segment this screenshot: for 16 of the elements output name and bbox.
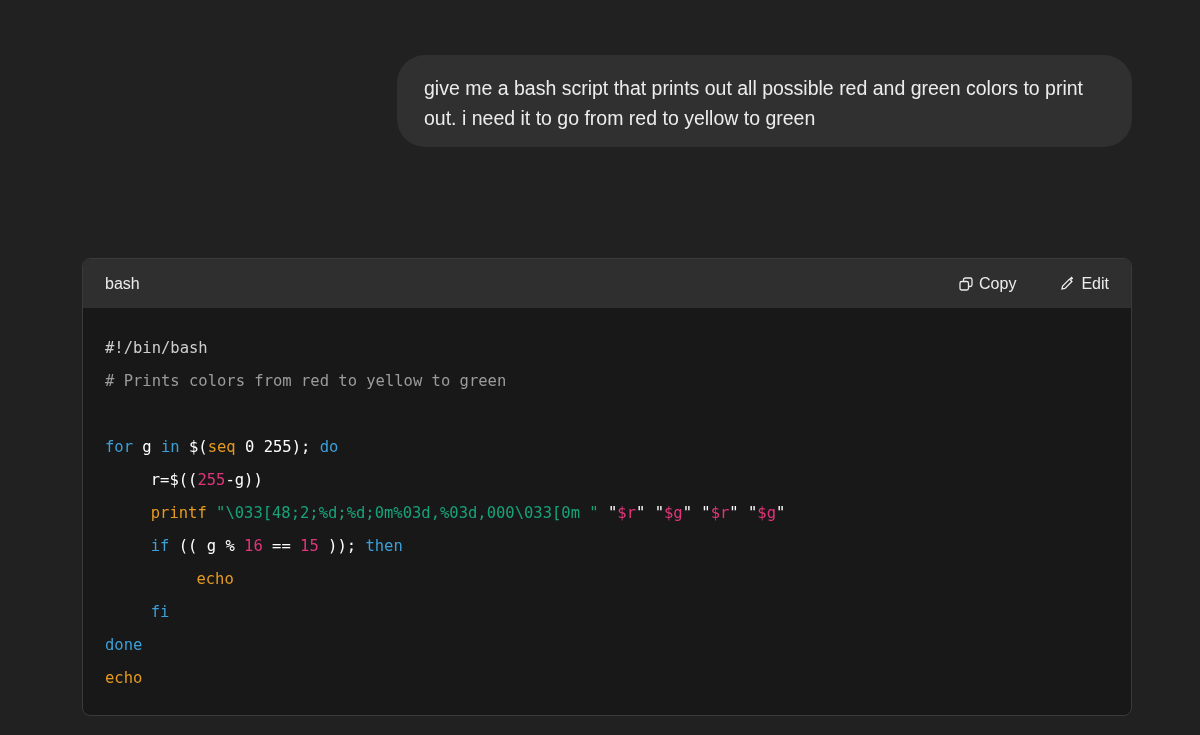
edit-button[interactable]: Edit <box>1060 274 1109 293</box>
code-line: printf "\033[48;2;%d;%d;0m%03d,%03d,000\033[0m " "$r" "$g" "$r" "$g" <box>150 503 786 524</box>
code-line: echo <box>105 668 143 689</box>
code-line: if (( g % 16 == 15 )); then <box>150 536 403 557</box>
pencil-icon <box>1060 276 1076 291</box>
copy-button[interactable]: Copy <box>959 274 1017 293</box>
code-comment: #!/bin/bash <box>105 338 208 359</box>
language-label: bash <box>105 274 141 293</box>
code-line: fi <box>150 602 170 623</box>
chat-message: give me a bash script that prints out all possible red and green colors to print out. i need it to go from red to yellow to green <box>397 55 1132 147</box>
copy-icon <box>959 276 974 291</box>
code-line: r=$((255-g)) <box>150 470 263 491</box>
code-line: for g in $(seq 0 255); do <box>105 437 339 458</box>
code-line: echo <box>196 569 234 590</box>
code-line: done <box>105 635 143 656</box>
code-comment: # Prints colors from red to yellow to green <box>105 371 507 392</box>
